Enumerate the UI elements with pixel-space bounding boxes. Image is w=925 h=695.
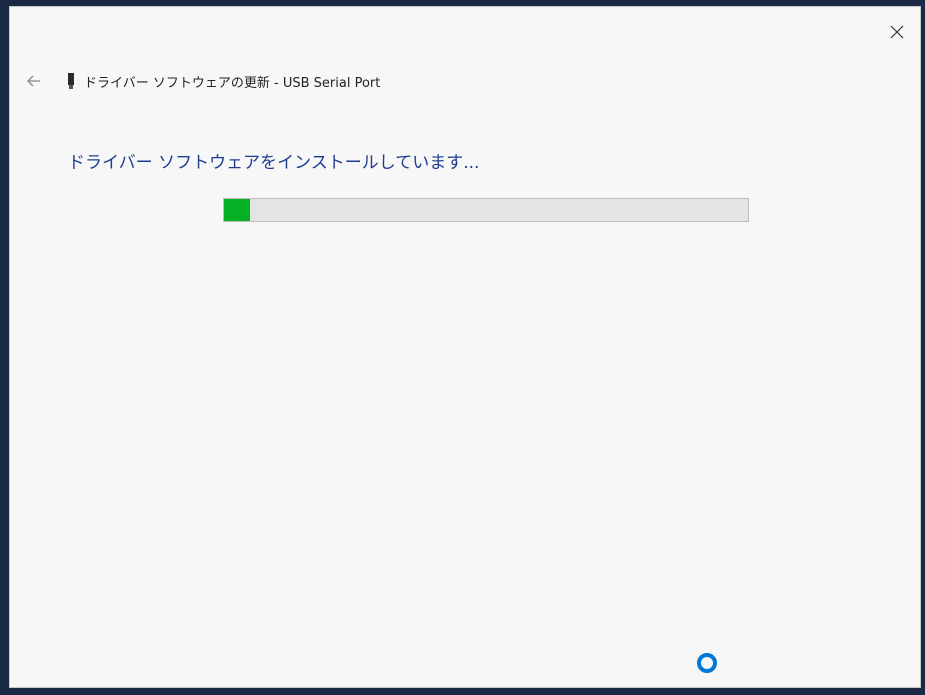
- window-title: ドライバー ソフトウェアの更新 - USB Serial Port: [84, 75, 381, 91]
- back-button[interactable]: [22, 69, 46, 93]
- close-icon: [890, 25, 904, 39]
- back-arrow-icon: [27, 75, 40, 87]
- progress-fill: [224, 199, 251, 221]
- dialog-title-bar: ドライバー ソフトウェアの更新 - USB Serial Port: [22, 69, 380, 93]
- driver-update-dialog: ドライバー ソフトウェアの更新 - USB Serial Port ドライバー …: [9, 6, 921, 688]
- close-button[interactable]: [882, 17, 912, 47]
- usb-device-icon: [66, 72, 76, 90]
- install-progress-bar: [223, 198, 749, 222]
- loading-spinner-icon: [697, 653, 717, 673]
- install-status-heading: ドライバー ソフトウェアをインストールしています...: [68, 153, 480, 173]
